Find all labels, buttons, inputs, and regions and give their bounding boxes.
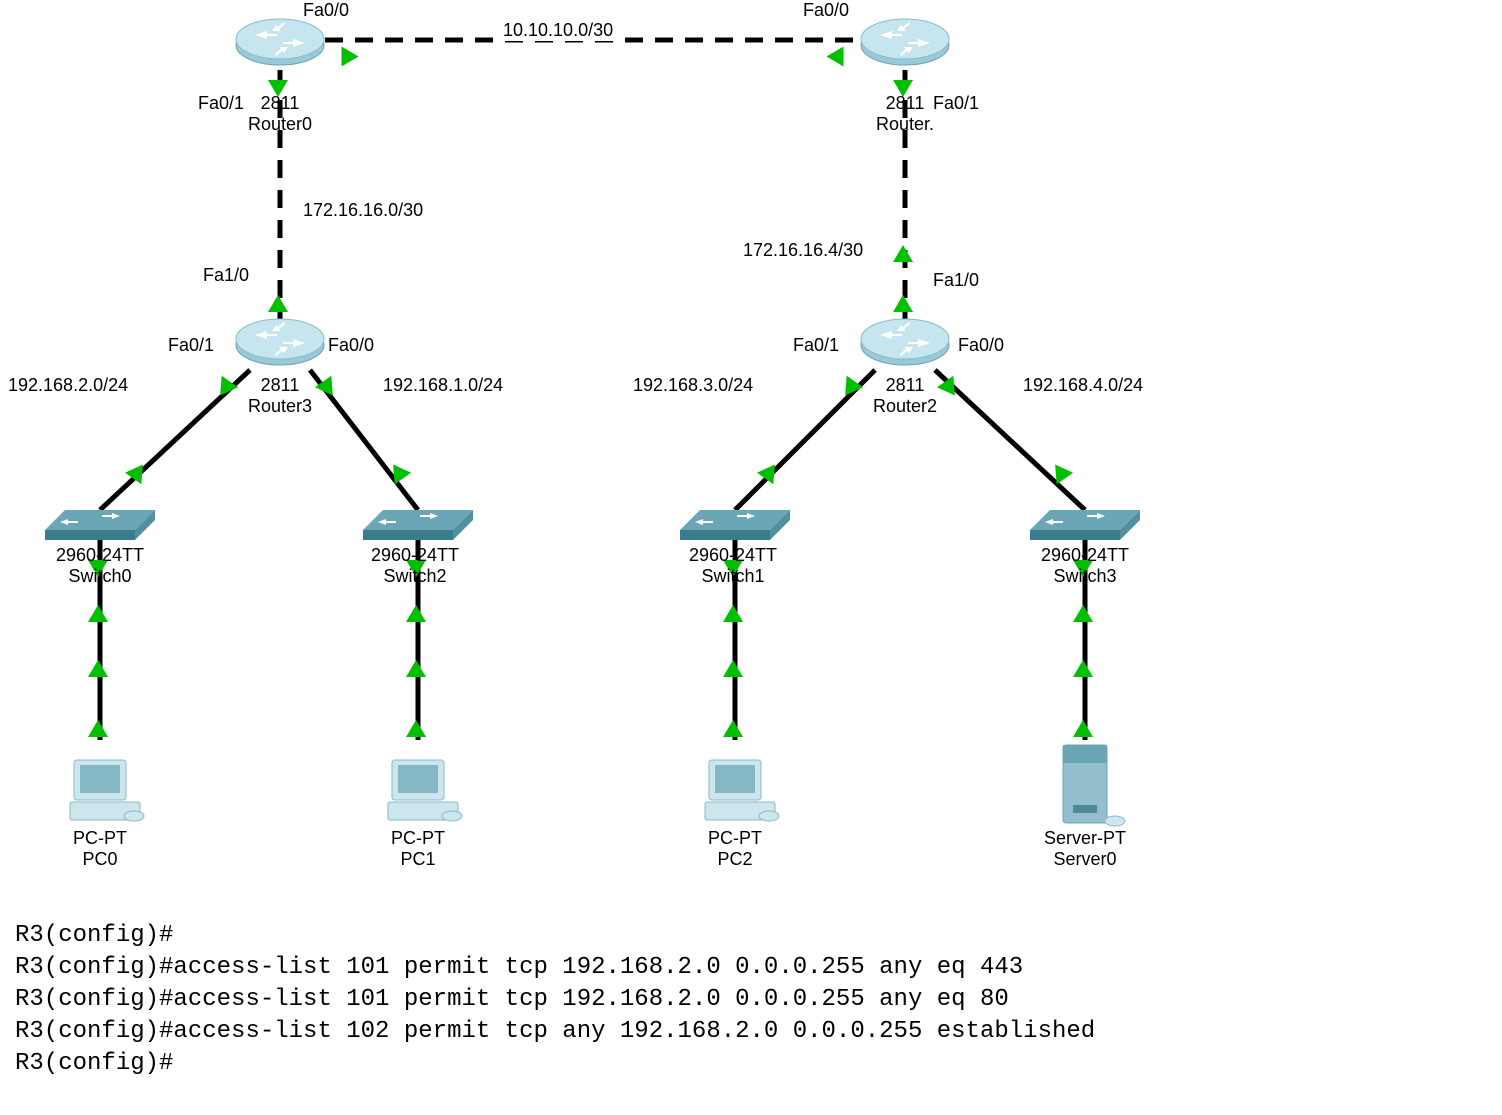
router3-icon[interactable] [236,319,324,365]
device-model: 2960-24TT [371,545,459,565]
device-model: PC-PT [391,828,445,848]
link-light [406,660,426,677]
net-label: 172.16.16.0/30 [300,200,426,221]
port-label: Fa0/0 [800,0,852,21]
pc1-icon[interactable] [388,760,462,821]
device-name: PC2 [717,849,752,869]
link-light [723,605,743,622]
device-model: 2960-24TT [689,545,777,565]
link-light [406,720,426,737]
net-label: 10.10.10.0/30 [500,20,616,41]
router1-icon[interactable] [861,19,949,65]
port-label: Fa1/0 [930,270,982,291]
net-label: 192.168.4.0/24 [1020,375,1146,396]
device-name: PC1 [400,849,435,869]
port-label: Fa0/0 [325,335,377,356]
device-name: Switch0 [68,566,131,586]
link-light [88,720,108,737]
device-name: Router3 [248,396,312,416]
device-name: Router2 [873,396,937,416]
device-model: 2811 [886,375,925,395]
device-model: 2960-24TT [56,545,144,565]
device-name: Switch3 [1053,566,1116,586]
router0-icon[interactable] [236,19,324,65]
link-light [342,47,359,67]
switch1-icon[interactable] [680,510,790,540]
device-name: Router0 [248,114,312,134]
link-light [723,660,743,677]
link-light [88,660,108,677]
device-name: Router. [876,114,934,134]
net-label: 172.16.16.4/30 [740,240,866,261]
link-light [406,605,426,622]
net-label: 192.168.3.0/24 [630,375,756,396]
link-light [893,245,913,262]
port-label: Fa1/0 [200,265,252,286]
link-light [1073,720,1093,737]
port-label: Fa0/1 [195,93,247,114]
device-name: Switch2 [383,566,446,586]
device-model: PC-PT [708,828,762,848]
device-model: PC-PT [73,828,127,848]
device-model: 2811 [261,375,300,395]
link-light [1073,660,1093,677]
device-name: PC0 [82,849,117,869]
net-label: 192.168.2.0/24 [5,375,131,396]
packet-tracer-canvas: Fa0/0 10.10.10.0/30 Fa0/0 Fa0/1 2811 Rou… [0,0,1502,1115]
device-model: 2960-24TT [1041,545,1129,565]
router2-icon[interactable] [861,319,949,365]
device-model: 2811 [261,93,300,113]
server0-icon[interactable] [1063,745,1125,826]
link-light [1073,605,1093,622]
device-model: 2811 [886,93,925,113]
switch2-icon[interactable] [363,510,473,540]
pc0-icon[interactable] [70,760,144,821]
port-label: Fa0/0 [955,335,1007,356]
net-label: 192.168.1.0/24 [380,375,506,396]
switch3-icon[interactable] [1030,510,1140,540]
link-light [88,605,108,622]
device-model: Server-PT [1044,828,1126,848]
cli-output: R3(config)# R3(config)#access-list 101 p… [15,920,1095,1080]
link-light [723,720,743,737]
pc2-icon[interactable] [705,760,779,821]
switch0-icon[interactable] [45,510,155,540]
device-name: Server0 [1053,849,1116,869]
link-light [827,47,844,67]
link-light [268,295,288,312]
port-label: Fa0/0 [300,0,352,21]
device-name: Switch1 [701,566,764,586]
port-label: Fa0/1 [165,335,217,356]
link-light [893,295,913,312]
port-label: Fa0/1 [790,335,842,356]
